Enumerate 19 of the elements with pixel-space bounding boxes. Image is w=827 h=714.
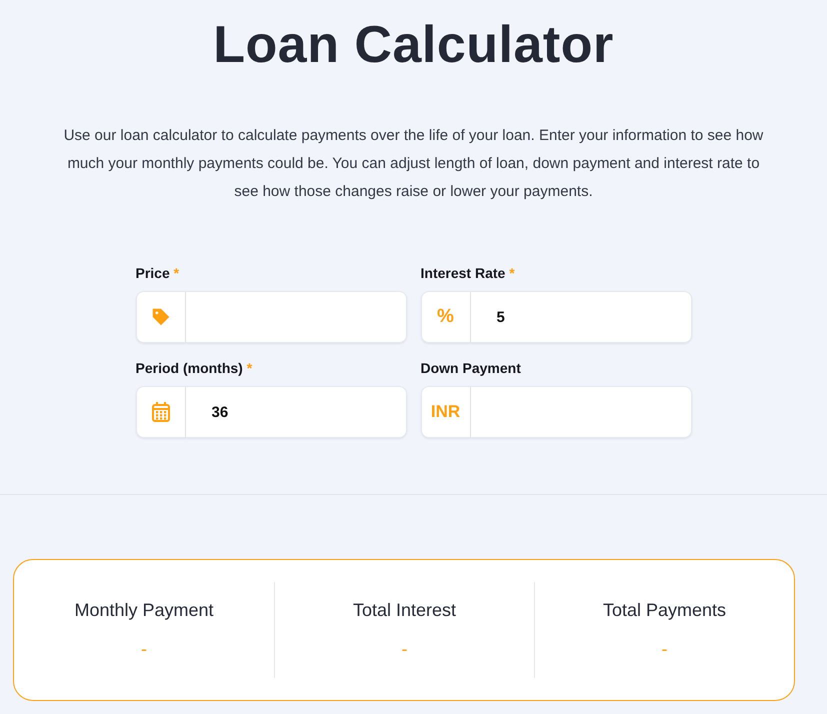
input-field[interactable]: 36 xyxy=(186,386,406,438)
input-field[interactable] xyxy=(186,291,406,343)
field-label: Period (months) * xyxy=(136,359,254,377)
unit-label: % xyxy=(437,306,454,328)
result-value: - xyxy=(141,639,147,660)
result-label: Total Interest xyxy=(352,600,456,621)
input-field[interactable]: 5 xyxy=(470,291,692,343)
result-value: - xyxy=(662,639,668,660)
intro-paragraph: Use our loan calculator to calculate payments over the life of your loan. Enter your information to see how much your monthly payments could be. You can adjust length of loan, down payment and interest rate to see how those changes raise or lower your payments. xyxy=(64,126,764,202)
result-label: Total Payments xyxy=(602,600,726,621)
input-field[interactable] xyxy=(470,386,692,438)
calendar-icon xyxy=(150,401,170,423)
field-label: Price * xyxy=(136,264,180,282)
page-title: Loan Calculator xyxy=(213,15,614,76)
result-label: Monthly Payment xyxy=(74,600,214,621)
field-label: Down Payment xyxy=(420,359,522,377)
unit-label: INR xyxy=(430,402,460,422)
field-label: Interest Rate * xyxy=(420,264,516,282)
result-value: - xyxy=(402,639,408,660)
